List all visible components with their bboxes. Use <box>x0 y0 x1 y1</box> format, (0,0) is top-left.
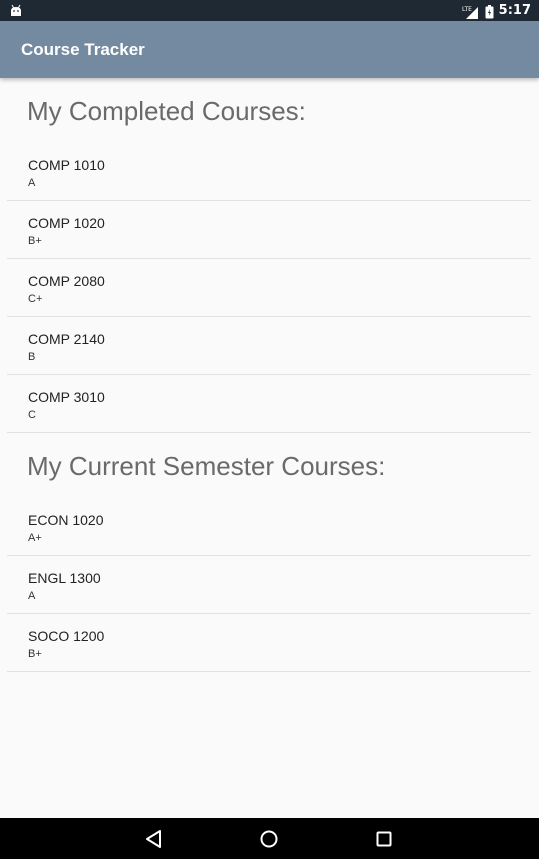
list-item[interactable]: COMP 1020 B+ <box>7 201 531 259</box>
home-icon[interactable] <box>256 826 282 852</box>
list-item[interactable]: ECON 1020 A+ <box>7 498 531 556</box>
course-name: ECON 1020 <box>28 512 104 528</box>
list-item[interactable]: COMP 3010 C <box>7 375 531 433</box>
status-icons: LTE 5:17 <box>462 0 531 21</box>
course-grade: C <box>28 409 36 421</box>
course-grade: A <box>28 177 36 189</box>
list-item[interactable]: SOCO 1200 B+ <box>7 614 531 672</box>
completed-courses-heading: My Completed Courses: <box>27 96 306 126</box>
course-name: COMP 1010 <box>28 157 105 173</box>
content-area[interactable]: My Completed Courses: COMP 1010 A COMP 1… <box>0 78 539 818</box>
status-bar: LTE 5:17 <box>0 0 539 21</box>
lte-signal-icon: LTE <box>462 4 480 19</box>
course-grade: A+ <box>28 532 42 544</box>
back-icon[interactable] <box>141 826 167 852</box>
list-item[interactable]: ENGL 1300 A <box>7 556 531 614</box>
course-grade: B <box>28 351 36 363</box>
list-item[interactable]: COMP 2080 C+ <box>7 259 531 317</box>
course-name: COMP 3010 <box>28 389 105 405</box>
current-course-list: ECON 1020 A+ ENGL 1300 A SOCO 1200 B+ <box>7 498 531 672</box>
course-name: ENGL 1300 <box>28 570 101 586</box>
course-name: SOCO 1200 <box>28 628 105 644</box>
course-grade: C+ <box>28 293 43 305</box>
app-title: Course Tracker <box>21 40 145 59</box>
android-icon <box>9 3 23 17</box>
course-name: COMP 1020 <box>28 215 105 231</box>
course-grade: A <box>28 590 36 602</box>
list-item[interactable]: COMP 2140 B <box>7 317 531 375</box>
list-item[interactable]: COMP 1010 A <box>7 143 531 201</box>
status-time: 5:17 <box>498 3 531 18</box>
navigation-bar <box>0 818 539 859</box>
battery-icon <box>485 4 494 18</box>
current-courses-heading: My Current Semester Courses: <box>27 451 386 481</box>
course-name: COMP 2080 <box>28 273 105 289</box>
recents-icon[interactable] <box>371 826 397 852</box>
network-label: LTE <box>462 6 472 13</box>
app-bar: Course Tracker <box>0 21 539 78</box>
screen: LTE 5:17 Course Tracker My Completed Cou… <box>0 0 539 859</box>
completed-course-list: COMP 1010 A COMP 1020 B+ COMP 2080 C+ CO… <box>7 143 531 433</box>
course-grade: B+ <box>28 235 42 247</box>
course-name: COMP 2140 <box>28 331 105 347</box>
course-grade: B+ <box>28 648 42 660</box>
